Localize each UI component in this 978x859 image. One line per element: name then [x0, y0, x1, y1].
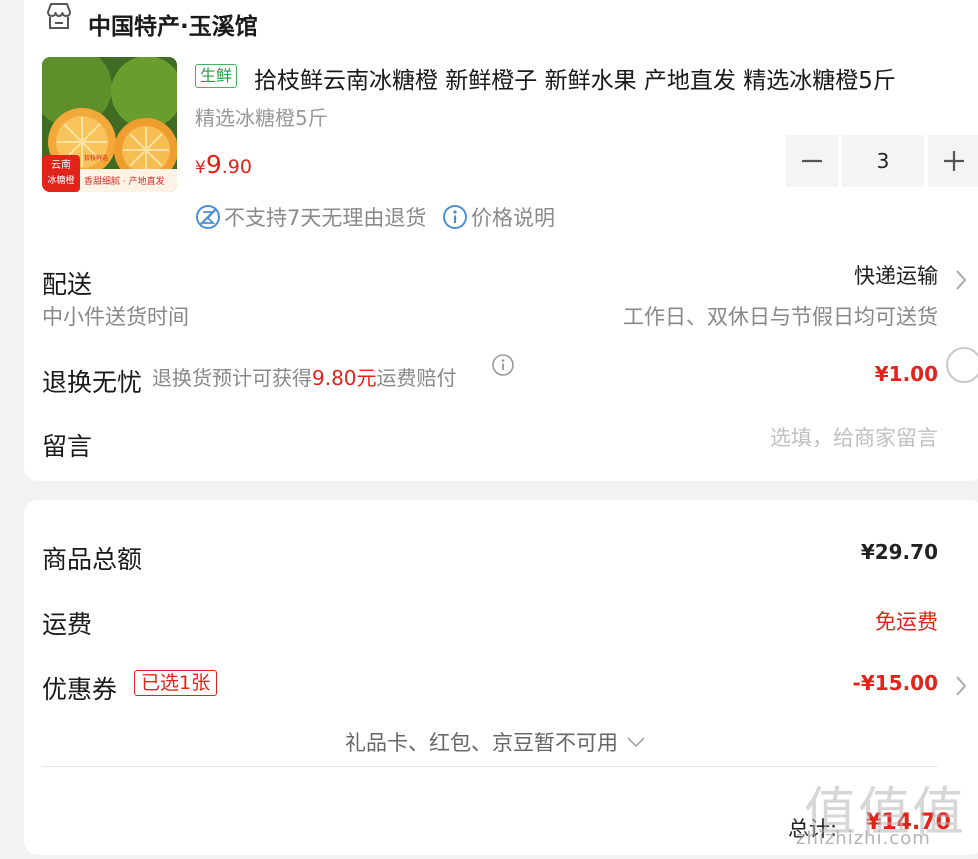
image-caption-small: 拾枝鲜选	[84, 154, 108, 162]
image-badge-line1: 云南	[51, 158, 71, 171]
return-policy[interactable]: 不支持7天无理由退货	[195, 202, 426, 232]
message-label: 留言	[42, 432, 93, 461]
info-icon[interactable]	[490, 352, 516, 378]
product-spec: 精选冰糖橙5斤	[195, 106, 328, 130]
product-price: ¥9.90	[195, 150, 252, 179]
shop-name[interactable]: 中国特产·玉溪馆	[88, 7, 258, 41]
image-caption: 香甜细腻 · 产地直发	[84, 175, 165, 187]
coupon-badge[interactable]: 已选1张	[134, 670, 218, 696]
message-input[interactable]	[678, 426, 938, 450]
delivery-method[interactable]: 快递运输	[854, 260, 938, 290]
chevron-right-icon[interactable]	[954, 674, 968, 698]
return-desc-suffix: 运费赔付	[376, 366, 457, 390]
price-integer: 9	[205, 150, 222, 179]
decrease-button[interactable]	[786, 135, 838, 187]
divider	[42, 766, 938, 767]
price-decimal: .90	[221, 156, 252, 178]
price-explanation[interactable]: 价格说明	[442, 202, 555, 232]
coupon-value[interactable]: -¥15.00	[853, 671, 938, 695]
minus-icon	[802, 159, 822, 163]
return-service-desc: 退换货预计可获得9.80元运费赔付	[152, 362, 457, 391]
watermark: 值值值 zhizhizhi.com	[784, 770, 974, 855]
no-return-icon	[196, 205, 220, 229]
plus-icon	[944, 151, 964, 171]
quantity-stepper: 3	[786, 135, 978, 187]
price-symbol: ¥	[195, 158, 206, 178]
return-service-label: 退换无忧	[42, 368, 143, 397]
info-icon	[443, 205, 467, 229]
return-desc-prefix: 退换货预计可获得	[152, 366, 312, 390]
gift-card-text: 礼品卡、红包、京豆暂不可用	[345, 731, 618, 755]
product-image[interactable]: 云南 冰糖橙 拾枝鲜选 香甜细腻 · 产地直发	[42, 57, 177, 192]
return-desc-amount: 9.80元	[312, 366, 377, 390]
return-service-price: ¥1.00	[874, 362, 938, 386]
shipping-value: 免运费	[875, 610, 938, 634]
image-badge-line2: 冰糖橙	[47, 174, 74, 186]
delivery-time-value[interactable]: 工作日、双休日与节假日均可送货	[623, 301, 938, 331]
price-explanation-text: 价格说明	[471, 206, 555, 230]
chevron-down-icon	[627, 737, 645, 748]
product-title[interactable]: 拾枝鲜云南冰糖橙 新鲜橙子 新鲜水果 产地直发 精选冰糖橙5斤	[254, 61, 896, 95]
return-policy-text: 不支持7天无理由退货	[224, 206, 427, 230]
order-item-card: 中国特产·玉溪馆 云南 冰糖橙 拾枝鲜选 香甜细腻 · 产地直发 生鲜 拾枝鲜云…	[24, 0, 978, 481]
watermark-en: zhizhizhi.com	[796, 828, 931, 849]
delivery-time-label: 中小件送货时间	[42, 305, 189, 329]
increase-button[interactable]	[928, 135, 978, 187]
chevron-right-icon[interactable]	[954, 268, 968, 292]
goods-total-value: ¥29.70	[860, 540, 938, 564]
shipping-label: 运费	[42, 610, 93, 639]
return-service-radio[interactable]	[946, 347, 978, 383]
quantity-value[interactable]: 3	[842, 135, 924, 187]
gift-card-toggle[interactable]: 礼品卡、红包、京豆暂不可用	[345, 727, 646, 757]
coupon-label: 优惠券	[42, 675, 118, 704]
delivery-label: 配送	[42, 270, 93, 299]
fresh-tag: 生鲜	[195, 64, 238, 88]
shop-icon	[47, 3, 71, 29]
goods-total-label: 商品总额	[42, 545, 143, 574]
